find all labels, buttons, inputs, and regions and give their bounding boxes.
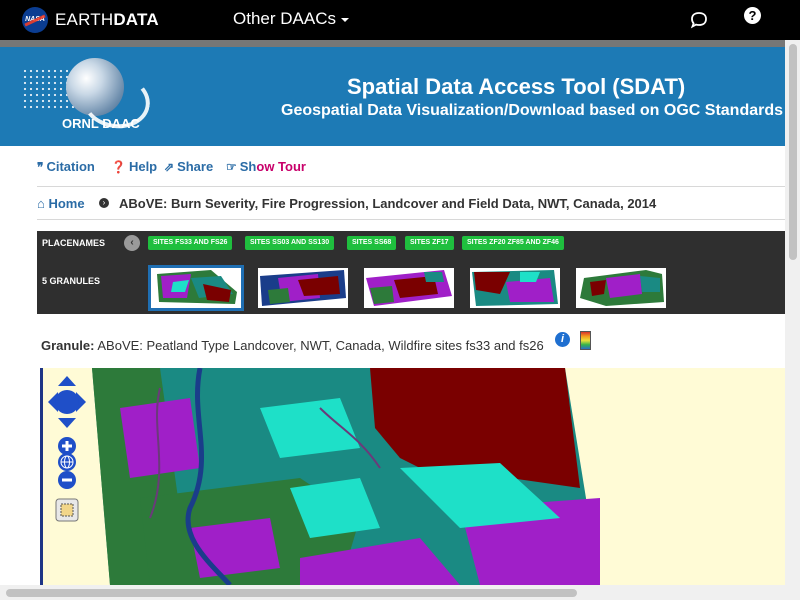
- help-label: Help: [128, 159, 158, 174]
- earthdata-brand[interactable]: EARTHDATA: [55, 10, 159, 30]
- granule-thumbnail[interactable]: [576, 268, 666, 308]
- divider: [37, 186, 785, 187]
- legend-icon[interactable]: [580, 331, 591, 350]
- granule-name: ABoVE: Peatland Type Landcover, NWT, Can…: [97, 338, 544, 353]
- chevron-left-icon[interactable]: ‹: [124, 235, 140, 251]
- hand-pointer-icon: ☞: [226, 160, 237, 174]
- show-tour-label-b: ow Tour: [256, 159, 306, 174]
- site-button[interactable]: SITES SS68: [347, 236, 397, 250]
- other-daacs-dropdown[interactable]: Other DAACs: [233, 9, 349, 29]
- header-divider: [0, 40, 800, 47]
- top-navbar: NASA EARTHDATA Other DAACs ?: [0, 0, 800, 40]
- page-subtitle: Geospatial Data Visualization/Download b…: [281, 102, 784, 119]
- show-tour-link[interactable]: ☞ Show Tour: [226, 159, 306, 174]
- map-viewer[interactable]: [40, 368, 785, 585]
- breadcrumb-dataset: ABoVE: Burn Severity, Fire Progression, …: [119, 196, 657, 211]
- granule-thumbnail-image: [260, 270, 346, 306]
- breadcrumb-home-label: Home: [48, 196, 85, 211]
- globe-icon[interactable]: [57, 452, 77, 472]
- share-link[interactable]: ⇗ Share: [164, 159, 213, 174]
- site-button[interactable]: SITES ZF20 ZF85 AND ZF46: [462, 236, 564, 250]
- granule-thumbnail-image: [472, 270, 558, 306]
- granule-thumbnail-image: [157, 270, 237, 304]
- horizontal-scrollbar-thumb[interactable]: [6, 589, 577, 597]
- vertical-scrollbar-thumb[interactable]: [789, 44, 797, 260]
- breadcrumb-home-link[interactable]: ⌂ Home: [37, 196, 85, 211]
- nasa-logo-text: NASA: [25, 16, 45, 23]
- other-daacs-label: Other DAACs: [233, 9, 336, 28]
- question-circle-icon: ❓: [111, 160, 126, 174]
- chat-icon[interactable]: [690, 11, 708, 29]
- pan-arrows-icon[interactable]: [48, 376, 86, 428]
- zoom-extent-icon[interactable]: [55, 498, 79, 522]
- nasa-logo[interactable]: NASA: [22, 7, 48, 33]
- zoom-out-icon[interactable]: [57, 470, 77, 490]
- share-label: Share: [177, 159, 214, 174]
- show-tour-label-a: Sh: [239, 159, 257, 174]
- granule-thumbnail-image: [366, 270, 452, 306]
- caret-down-icon: [340, 17, 349, 22]
- granule-title: Granule: ABoVE: Peatland Type Landcover,…: [41, 338, 544, 353]
- site-button[interactable]: SITES ZF17: [405, 236, 454, 250]
- share-icon: ⇗: [164, 160, 175, 174]
- site-button[interactable]: SITES FS33 AND FS26: [148, 236, 233, 250]
- granule-thumbnail-image: [580, 270, 664, 306]
- citation-link[interactable]: ❞ Citation: [37, 159, 95, 174]
- granules-count-label: 5 GRANULES: [42, 276, 101, 286]
- home-icon: ⌂: [37, 196, 49, 211]
- brand-bold: DATA: [113, 10, 159, 29]
- granule-thumbnail[interactable]: [364, 268, 454, 308]
- info-icon[interactable]: i: [555, 332, 570, 347]
- citation-label: Citation: [46, 159, 95, 174]
- map-raster: [92, 368, 600, 585]
- help-link[interactable]: ❓ Help: [111, 159, 157, 174]
- brand-prefix: EARTH: [55, 10, 114, 29]
- granule-thumbnail[interactable]: [258, 268, 348, 308]
- site-button[interactable]: SITES SS03 AND SS130: [245, 236, 335, 250]
- ornl-daac-logo[interactable]: ORNL DAAC: [62, 116, 140, 131]
- help-glyph: ?: [748, 8, 757, 23]
- help-icon[interactable]: ?: [744, 7, 761, 24]
- granule-thumbnail[interactable]: [470, 268, 560, 308]
- map-border: [40, 368, 43, 585]
- quote-icon: ❞: [37, 160, 44, 174]
- placenames-label: PLACENAMES: [42, 238, 106, 248]
- granule-label: Granule:: [41, 338, 95, 353]
- granule-thumbnail[interactable]: [148, 265, 244, 311]
- chevron-right-icon: ›: [99, 198, 109, 208]
- info-glyph: i: [560, 333, 565, 345]
- page-title: Spatial Data Access Tool (SDAT): [347, 74, 686, 99]
- divider: [37, 219, 785, 220]
